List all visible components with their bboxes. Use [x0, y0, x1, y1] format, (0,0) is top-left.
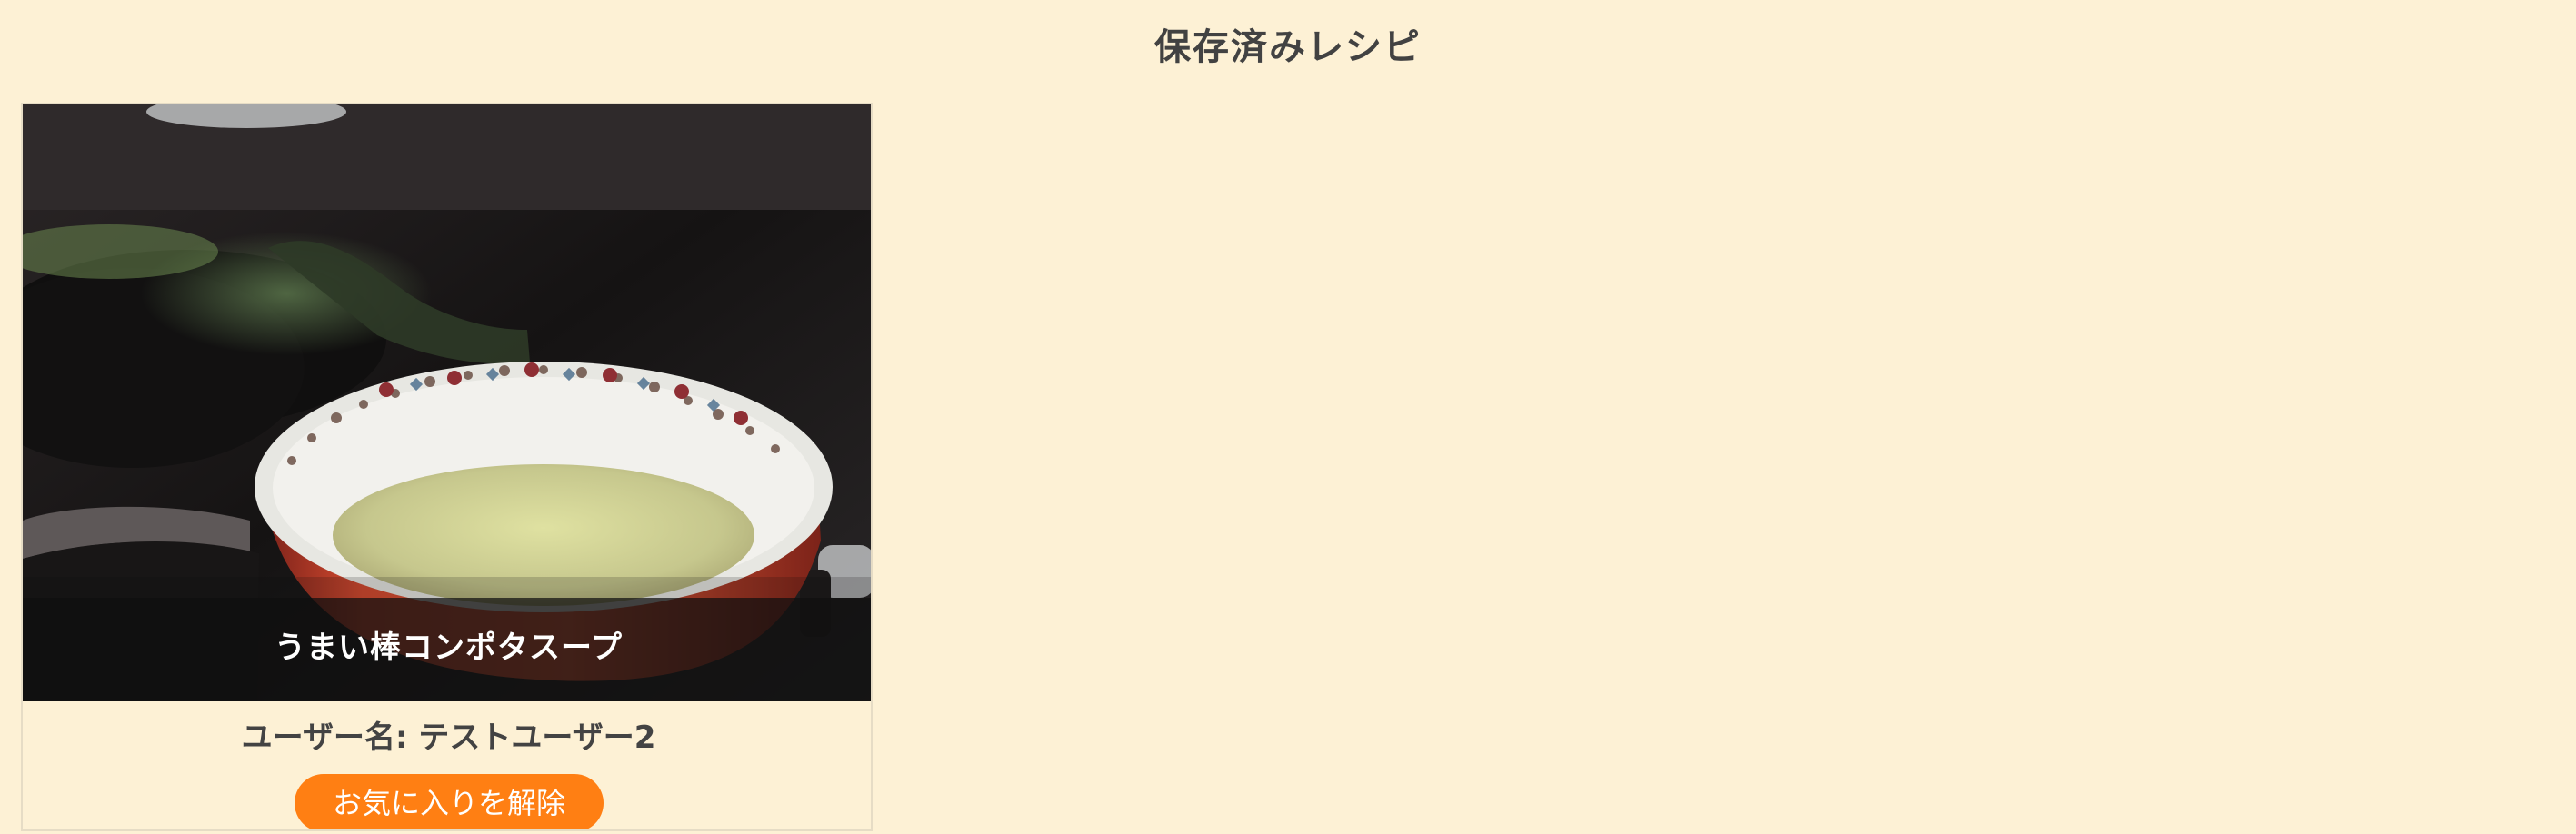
recipe-title[interactable]: うまい棒コンポタスープ [23, 625, 871, 670]
recipe-card[interactable]: うまい棒コンポタスープ ユーザー名: テストユーザー2 お気に入りを解除 [21, 103, 873, 831]
user-name: ユーザー名: テストユーザー2 [241, 720, 656, 756]
unfavorite-button[interactable]: お気に入りを解除 [295, 774, 604, 829]
page-title: 保存済みレシピ [1154, 26, 1422, 68]
